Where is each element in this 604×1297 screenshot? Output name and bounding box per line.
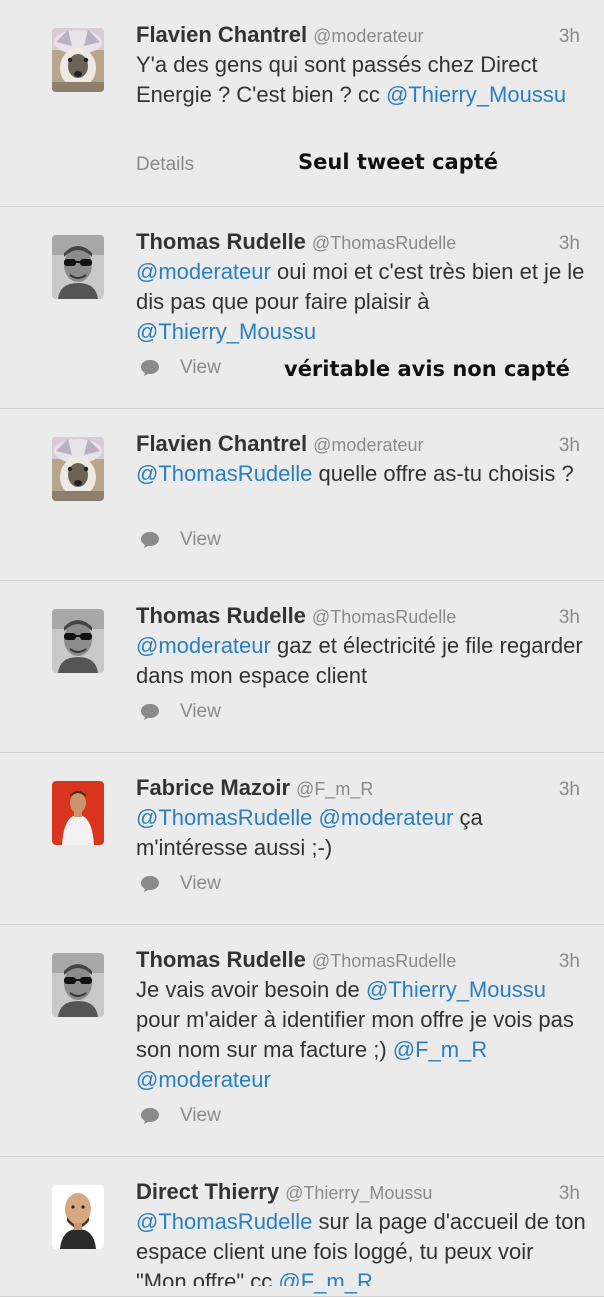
tweet-text: @ThomasRudelle quelle offre as-tu choisi… — [136, 459, 586, 489]
tweet-timestamp[interactable]: 3h — [559, 779, 580, 801]
tweet-item[interactable]: Fabrice Mazoir @F_m_R 3h @ThomasRudelle @mo… — [0, 753, 604, 925]
tweet-text: Je vais avoir besoin de @Thierry_Moussu … — [136, 975, 586, 1095]
tweet-author[interactable]: Flavien Chantrel @moderateur — [136, 431, 423, 457]
tweet-text: @ThomasRudelle sur la page d'accueil de … — [136, 1207, 586, 1297]
author-name[interactable]: Thomas Rudelle — [136, 603, 306, 628]
speech-bubble-icon — [140, 1107, 170, 1125]
view-conversation-button[interactable]: View — [140, 529, 221, 551]
author-name[interactable]: Flavien Chantrel — [136, 431, 307, 456]
action-label: View — [180, 357, 221, 378]
tweet-text: Y'a des gens qui sont passés chez Direct… — [136, 50, 586, 110]
tweet-timestamp[interactable]: 3h — [559, 951, 580, 973]
mention-link[interactable]: @ThomasRudelle — [136, 1209, 312, 1234]
annotation-note: Seul tweet capté — [298, 150, 499, 174]
tweet-item[interactable]: Flavien Chantrel @moderateur 3h @ThomasRude… — [0, 409, 604, 581]
author-handle[interactable]: @F_m_R — [296, 779, 373, 799]
tweet-item[interactable]: Thomas Rudelle @ThomasRudelle 3h Je vais av… — [0, 925, 604, 1157]
author-handle[interactable]: @Thierry_Moussu — [285, 1183, 432, 1203]
mention-link[interactable]: @ThomasRudelle — [136, 461, 312, 486]
details-link[interactable]: Details — [136, 154, 194, 176]
author-name[interactable]: Flavien Chantrel — [136, 22, 307, 47]
author-name[interactable]: Fabrice Mazoir — [136, 775, 290, 800]
action-label: View — [180, 701, 221, 722]
author-name[interactable]: Thomas Rudelle — [136, 229, 306, 254]
tweet-timestamp[interactable]: 3h — [559, 435, 580, 457]
red-background-avatar[interactable] — [52, 781, 104, 845]
tweet-timestamp[interactable]: 3h — [559, 607, 580, 629]
tweet-text: @moderateur gaz et électricité je file r… — [136, 631, 586, 691]
timeline-cutoff — [0, 1286, 604, 1292]
mention-link[interactable]: @moderateur — [136, 633, 271, 658]
action-label: Details — [136, 154, 195, 175]
view-conversation-button[interactable]: View — [140, 1105, 221, 1127]
tweet-timestamp[interactable]: 3h — [559, 1183, 580, 1205]
author-handle[interactable]: @ThomasRudelle — [312, 951, 456, 971]
speech-bubble-icon — [140, 531, 170, 549]
husky-avatar[interactable] — [52, 28, 104, 92]
author-handle[interactable]: @ThomasRudelle — [312, 607, 456, 627]
speech-bubble-icon — [140, 875, 170, 893]
mention-link[interactable]: @Thierry_Moussu — [366, 977, 546, 1002]
tweet-text: @ThomasRudelle @moderateur ça m'intéress… — [136, 803, 586, 863]
husky-avatar[interactable] — [52, 437, 104, 501]
bald-man-avatar[interactable] — [52, 1185, 104, 1249]
tweet-timestamp[interactable]: 3h — [559, 26, 580, 48]
annotation-note: véritable avis non capté — [284, 357, 570, 381]
tweet-item[interactable]: Flavien Chantrel @moderateur 3h Y'a des gen… — [0, 0, 604, 207]
speech-bubble-icon — [140, 703, 170, 721]
tweet-text-fragment: Je vais avoir besoin de — [136, 977, 366, 1002]
tweet-author[interactable]: Thomas Rudelle @ThomasRudelle — [136, 947, 456, 973]
mention-link[interactable]: @moderateur — [136, 259, 271, 284]
sunglasses-avatar[interactable] — [52, 609, 104, 673]
tweet-author[interactable]: Fabrice Mazoir @F_m_R — [136, 775, 373, 801]
tweet-timestamp[interactable]: 3h — [559, 233, 580, 255]
speech-bubble-icon — [140, 359, 170, 377]
author-name[interactable]: Direct Thierry — [136, 1179, 279, 1204]
author-name[interactable]: Thomas Rudelle — [136, 947, 306, 972]
tweet-author[interactable]: Direct Thierry @Thierry_Moussu — [136, 1179, 432, 1205]
tweet-item[interactable]: Thomas Rudelle @ThomasRudelle 3h @moderateu… — [0, 207, 604, 409]
author-handle[interactable]: @moderateur — [313, 26, 423, 46]
view-conversation-button[interactable]: View — [140, 873, 221, 895]
mention-link[interactable]: @moderateur — [136, 1067, 271, 1092]
tweet-item[interactable]: Direct Thierry @Thierry_Moussu 3h @ThomasRu… — [0, 1157, 604, 1297]
tweet-text-fragment: pour m'aider à identifier mon offre je v… — [136, 1007, 574, 1062]
tweet-item[interactable]: Thomas Rudelle @ThomasRudelle 3h @moderateu… — [0, 581, 604, 753]
sunglasses-avatar[interactable] — [52, 235, 104, 299]
tweet-author[interactable]: Thomas Rudelle @ThomasRudelle — [136, 229, 456, 255]
sunglasses-avatar[interactable] — [52, 953, 104, 1017]
mention-link[interactable]: @ThomasRudelle — [136, 805, 312, 830]
tweet-text-fragment: quelle offre as-tu choisis ? — [312, 461, 574, 486]
tweet-text: @moderateur oui moi et c'est très bien e… — [136, 257, 586, 347]
mention-link[interactable]: @moderateur — [319, 805, 454, 830]
mention-link[interactable]: @F_m_R — [393, 1037, 487, 1062]
action-label: View — [180, 873, 221, 894]
action-label: View — [180, 529, 221, 550]
author-handle[interactable]: @moderateur — [313, 435, 423, 455]
mention-link[interactable]: @Thierry_Moussu — [386, 82, 566, 107]
author-handle[interactable]: @ThomasRudelle — [312, 233, 456, 253]
action-label: View — [180, 1105, 221, 1126]
tweet-author[interactable]: Flavien Chantrel @moderateur — [136, 22, 423, 48]
view-conversation-button[interactable]: View — [140, 357, 221, 379]
tweet-author[interactable]: Thomas Rudelle @ThomasRudelle — [136, 603, 456, 629]
view-conversation-button[interactable]: View — [140, 701, 221, 723]
mention-link[interactable]: @Thierry_Moussu — [136, 319, 316, 344]
